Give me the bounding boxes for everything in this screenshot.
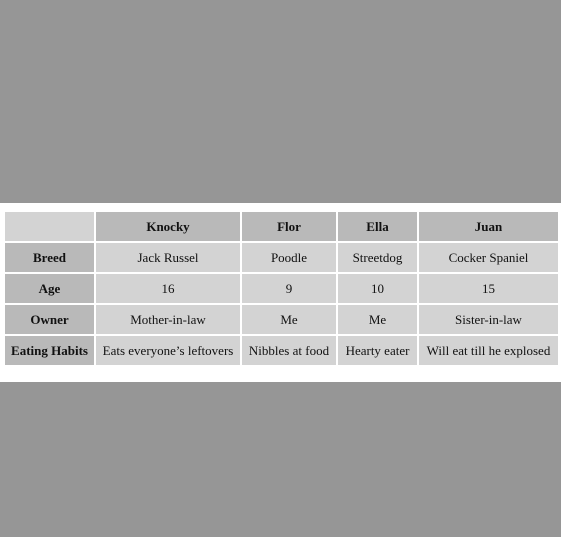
table-cell: Eats everyone’s leftovers: [94, 334, 242, 367]
table-cell: 15: [417, 272, 560, 305]
row-header-age: Age: [3, 272, 96, 305]
row-header-eating-habits: Eating Habits: [3, 334, 96, 367]
table-cell: Nibbles at food: [240, 334, 338, 367]
table-cell: Poodle: [240, 241, 338, 274]
table-cell: Me: [336, 303, 419, 336]
header-row: Knocky Flor Ella Juan: [3, 210, 560, 243]
column-header-ella: Ella: [336, 210, 419, 243]
column-header-flor: Flor: [240, 210, 338, 243]
row-header-owner: Owner: [3, 303, 96, 336]
table-cell: Mother-in-law: [94, 303, 242, 336]
pets-table: Knocky Flor Ella Juan Breed Jack Russel …: [3, 210, 560, 367]
table-row: Breed Jack Russel Poodle Streetdog Cocke…: [3, 241, 560, 274]
table-cell: 16: [94, 272, 242, 305]
table-cell: Hearty eater: [336, 334, 419, 367]
table-cell: 10: [336, 272, 419, 305]
table-row: Eating Habits Eats everyone’s leftovers …: [3, 334, 560, 367]
table-cell: Sister-in-law: [417, 303, 560, 336]
row-header-breed: Breed: [3, 241, 96, 274]
table-cell: Me: [240, 303, 338, 336]
table-cell: 9: [240, 272, 338, 305]
table-cell: Cocker Spaniel: [417, 241, 560, 274]
column-header-knocky: Knocky: [94, 210, 242, 243]
table-cell: Jack Russel: [94, 241, 242, 274]
corner-cell: [3, 210, 96, 243]
column-header-juan: Juan: [417, 210, 560, 243]
table-row: Age 16 9 10 15: [3, 272, 560, 305]
table-row: Owner Mother-in-law Me Me Sister-in-law: [3, 303, 560, 336]
table-cell: Streetdog: [336, 241, 419, 274]
table-frame: Knocky Flor Ella Juan Breed Jack Russel …: [0, 203, 561, 382]
table-cell: Will eat till he explosed: [417, 334, 560, 367]
